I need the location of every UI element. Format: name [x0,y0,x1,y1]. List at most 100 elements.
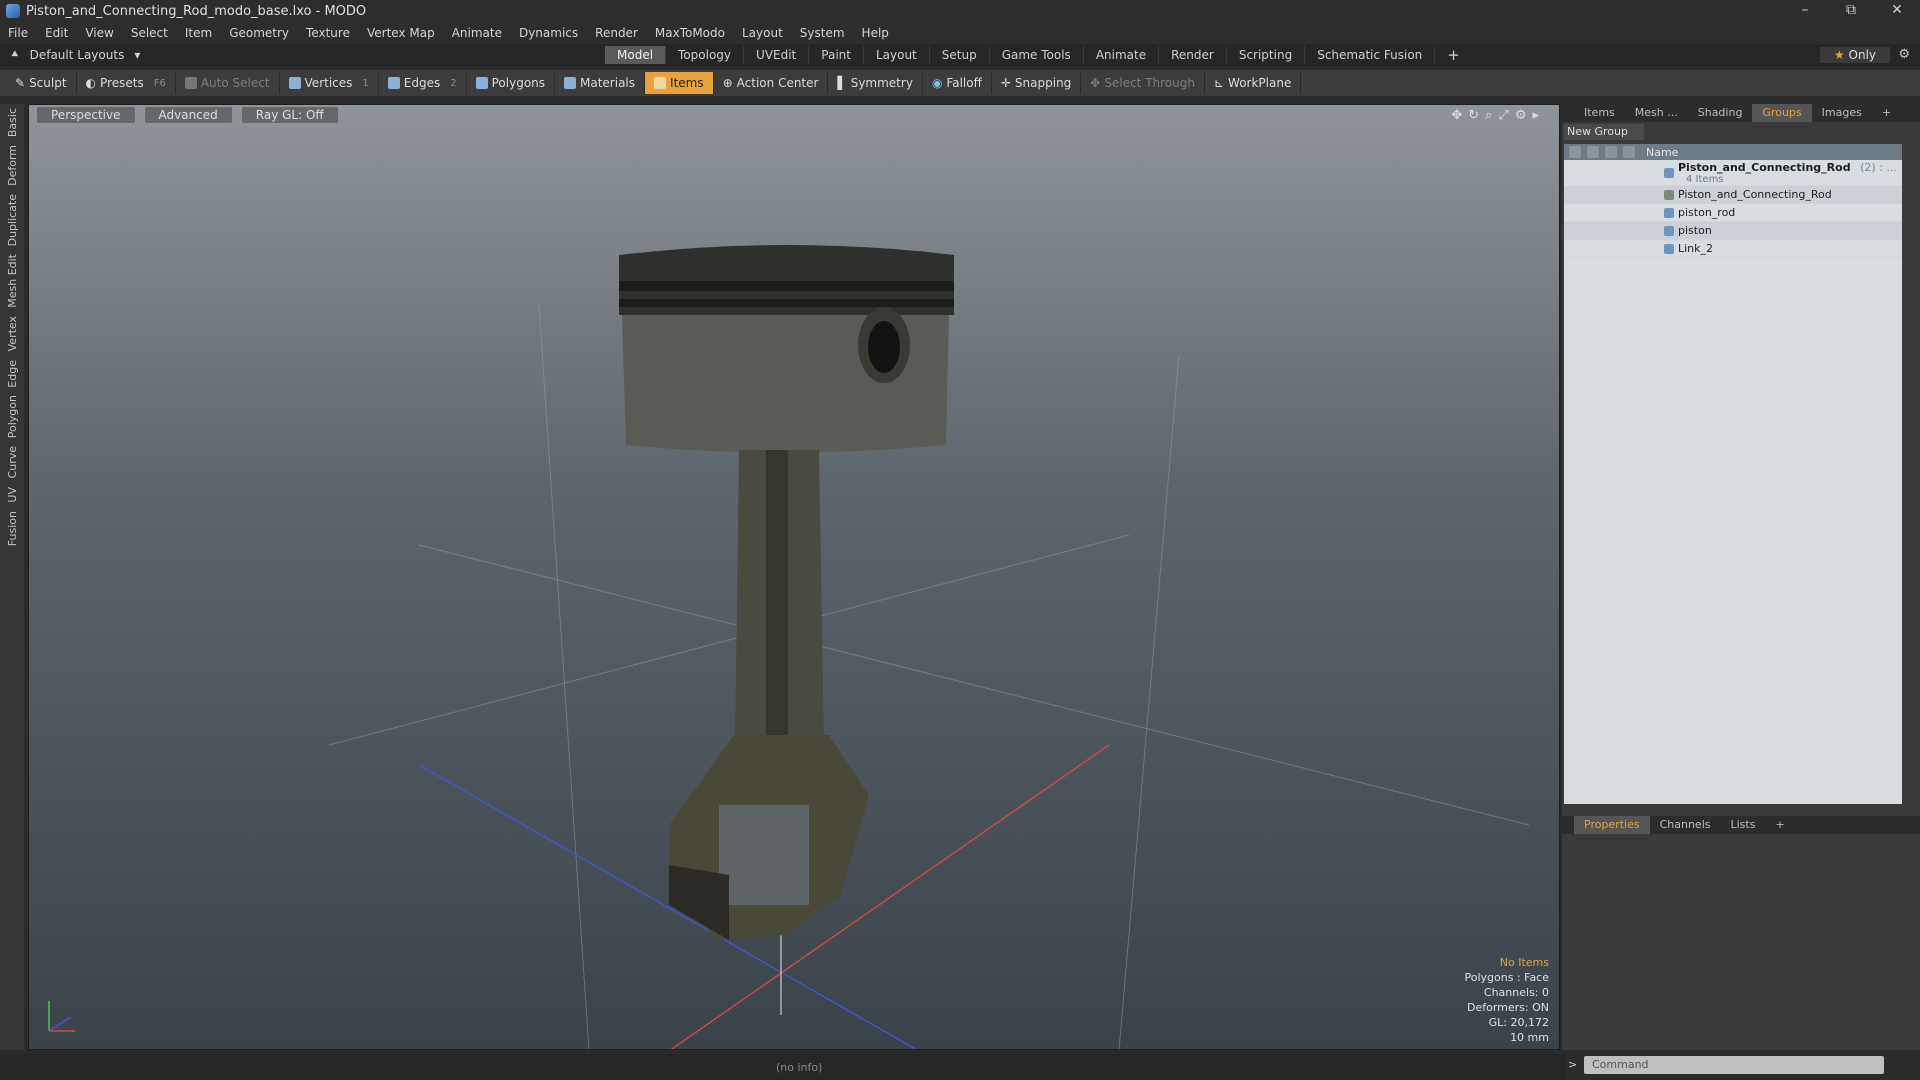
list-item[interactable]: piston [1564,222,1902,240]
tab-basic[interactable]: Basic [6,104,19,141]
menu-help[interactable]: Help [862,26,889,40]
tab-mesh[interactable]: Mesh ... [1625,104,1688,122]
menu-geometry[interactable]: Geometry [229,26,289,40]
tab-properties[interactable]: Properties [1574,816,1650,834]
raygl-toggle[interactable]: Ray GL: Off [241,107,338,123]
symmetry-icon: ▌ [837,76,847,90]
list-item[interactable]: piston_rod [1564,204,1902,222]
visibility-columns [1564,146,1646,158]
tab-render[interactable]: Render [1159,46,1227,64]
connecting-rod-model[interactable] [669,450,869,940]
add-tab-icon[interactable]: + [1435,46,1472,64]
tab-deform[interactable]: Deform [6,141,19,190]
group-row[interactable]: Piston_and_Connecting_Rod (2) : ... 4 It… [1564,160,1902,186]
items-label: Items [670,76,704,90]
shading-dropdown[interactable]: Advanced [144,107,232,123]
view-mode-dropdown[interactable]: Perspective [37,107,135,123]
list-item[interactable]: Link_2 [1564,240,1902,258]
play-icon[interactable]: ▸ [1532,108,1539,123]
tab-game-tools[interactable]: Game Tools [990,46,1084,64]
select-icon[interactable] [1623,146,1635,158]
tab-items[interactable]: Items [1574,104,1625,122]
status-bar: (no info) [0,1054,1566,1080]
sculpt-button[interactable]: ✎ Sculpt [6,72,77,94]
tab-setup[interactable]: Setup [930,46,990,64]
menu-dynamics[interactable]: Dynamics [519,26,578,40]
list-item[interactable]: Piston_and_Connecting_Rod [1564,186,1902,204]
eye-icon[interactable] [1569,146,1581,158]
menu-item[interactable]: Item [185,26,212,40]
tab-scripting[interactable]: Scripting [1227,46,1306,64]
auto-select-button[interactable]: Auto Select [176,72,280,94]
tab-schematic-fusion[interactable]: Schematic Fusion [1305,46,1436,64]
tab-paint[interactable]: Paint [809,46,864,64]
menu-vertex-map[interactable]: Vertex Map [367,26,435,40]
tab-fusion[interactable]: Fusion [6,507,19,550]
action-center-label: Action Center [736,76,819,90]
tab-lists[interactable]: Lists [1721,816,1766,834]
polygons-icon [475,77,488,89]
tab-animate[interactable]: Animate [1084,46,1160,64]
tab-topology[interactable]: Topology [666,46,745,64]
tab-shading[interactable]: Shading [1688,104,1753,122]
minimize-button[interactable]: – [1782,0,1828,22]
tab-model[interactable]: Model [605,46,667,64]
viewport-header: Perspective Advanced Ray GL: Off [37,107,338,123]
close-button[interactable]: ✕ [1874,0,1920,22]
menu-select[interactable]: Select [131,26,168,40]
add-tab-icon[interactable]: + [1872,104,1901,122]
maximize-button[interactable]: ⧉ [1828,0,1874,22]
menu-texture[interactable]: Texture [306,26,350,40]
menu-file[interactable]: File [8,26,28,40]
tab-vertex[interactable]: Vertex [6,312,19,355]
symmetry-button[interactable]: ▌ Symmetry [828,72,923,94]
workplane-button[interactable]: ⊾ WorkPlane [1205,72,1302,94]
tab-curve[interactable]: Curve [6,442,19,482]
zoom-icon[interactable]: ⌕ [1485,108,1492,123]
select-through-button[interactable]: ✥ Select Through [1081,72,1205,94]
settings-icon[interactable]: ⚙ [1515,108,1527,123]
tab-mesh-edit[interactable]: Mesh Edit [6,250,19,312]
materials-button[interactable]: Materials [555,72,646,94]
only-toggle[interactable]: ★ Only [1820,47,1890,63]
menu-edit[interactable]: Edit [45,26,68,40]
presets-button[interactable]: ◐ Presets F6 [77,72,176,94]
tab-channels[interactable]: Channels [1650,816,1721,834]
snapping-button[interactable]: ✛ Snapping [992,72,1082,94]
items-button[interactable]: Items [645,72,714,94]
lock-icon[interactable] [1605,146,1617,158]
menu-system[interactable]: System [800,26,845,40]
edges-button[interactable]: Edges 2 [379,72,467,94]
pan-icon[interactable]: ✥ [1451,108,1462,123]
tab-duplicate[interactable]: Duplicate [6,190,19,250]
tab-edge[interactable]: Edge [6,356,19,392]
gear-icon[interactable]: ⚙ [1898,47,1910,62]
menu-layout[interactable]: Layout [742,26,783,40]
tab-groups[interactable]: Groups [1752,104,1812,122]
layouts-dropdown[interactable]: ⯅ Default Layouts ▾ [10,47,140,62]
render-icon[interactable] [1587,146,1599,158]
auto-select-icon [184,77,197,89]
falloff-button[interactable]: ◉ Falloff [923,72,992,94]
tab-images[interactable]: Images [1812,104,1872,122]
menu-view[interactable]: View [85,26,113,40]
polygons-button[interactable]: Polygons [467,72,556,94]
action-center-button[interactable]: ⊕ Action Center [714,72,829,94]
menu-render[interactable]: Render [595,26,638,40]
tab-layout[interactable]: Layout [864,46,930,64]
tab-uv[interactable]: UV [6,483,19,507]
menu-animate[interactable]: Animate [452,26,502,40]
vertices-button[interactable]: Vertices 1 [280,72,379,94]
rotate-icon[interactable]: ↻ [1468,108,1479,123]
new-group-button[interactable]: New Group [1564,124,1644,140]
chevron-down-icon: ▾ [134,47,141,62]
mesh-icon [1664,207,1674,218]
3d-viewport[interactable]: Perspective Advanced Ray GL: Off ✥ ↻ ⌕ ⤢… [28,104,1560,1050]
command-input[interactable]: Command [1584,1056,1884,1074]
maximize-icon[interactable]: ⤢ [1498,108,1508,123]
piston-model[interactable] [619,245,954,453]
menu-maxtomodo[interactable]: MaxToModo [655,26,725,40]
add-tab-icon[interactable]: + [1765,816,1794,834]
tab-polygon[interactable]: Polygon [6,391,19,442]
tab-uvedit[interactable]: UVEdit [744,46,810,64]
